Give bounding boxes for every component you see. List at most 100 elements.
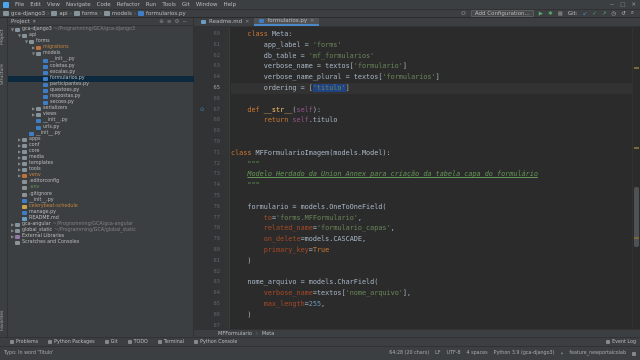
tab-readme[interactable]: Readme.md ✕ (196, 18, 254, 26)
crumb-file[interactable]: formularios.py (146, 11, 186, 17)
line-number[interactable]: 61 (214, 42, 221, 48)
line-number[interactable]: 82 (214, 269, 221, 275)
code-line[interactable]: related_name='formulario_capas', (231, 223, 632, 234)
menu-git[interactable]: Git (182, 2, 190, 8)
structure-tool-tab[interactable]: Structure (0, 58, 8, 92)
git-update-icon[interactable]: ↙ (583, 11, 588, 17)
locate-icon[interactable]: ⊕ (159, 19, 167, 25)
menu-help[interactable]: Help (224, 2, 237, 8)
add-configuration-button[interactable]: Add Configuration... (470, 10, 534, 17)
line-number[interactable]: 84 (214, 290, 221, 296)
line-number[interactable]: 68 (214, 117, 221, 123)
code-line[interactable]: nome_arquivo = models.CharField( (231, 277, 632, 288)
code-line[interactable]: verbose_name = textos['formulario'] (231, 61, 632, 72)
code-line[interactable]: ordering = ['titulo'] (231, 83, 632, 94)
menu-edit[interactable]: Edit (30, 2, 41, 8)
line-number[interactable]: 66 (214, 96, 221, 102)
code-line[interactable]: verbose_name=textos['nome_arquivo'], (231, 288, 632, 299)
line-number[interactable]: 72 (214, 161, 221, 167)
menu-tools[interactable]: Tools (162, 2, 176, 8)
code-line[interactable] (231, 137, 632, 148)
tree-file[interactable]: Scratches and Consoles (8, 240, 194, 246)
python-packages-tool-button[interactable]: Python Packages (48, 340, 95, 345)
run-icon[interactable]: ▶ (539, 11, 543, 17)
code-line[interactable] (231, 126, 632, 137)
code-line[interactable]: ) (231, 310, 632, 321)
close-icon[interactable]: ✕ (245, 19, 249, 25)
code-line[interactable]: db_table = 'mf_formularios' (231, 51, 632, 62)
code-line[interactable]: primary_key=True (231, 245, 632, 256)
line-number[interactable]: 85 (214, 301, 221, 307)
line-number[interactable]: 63 (214, 63, 221, 69)
caret-position[interactable]: 64:28 (20 chars) (389, 351, 429, 356)
crumb-project[interactable]: gca-django3 (11, 11, 45, 17)
minimize-button[interactable]: − (610, 2, 615, 8)
line-number[interactable]: 70 (214, 139, 221, 145)
crumb-api[interactable]: api (59, 11, 67, 17)
line-number[interactable]: 86 (214, 312, 221, 318)
history-icon[interactable]: ◷ (611, 11, 616, 17)
indent-setting[interactable]: 4 spaces (467, 351, 488, 356)
menu-view[interactable]: View (47, 2, 60, 8)
line-number-gutter[interactable]: 60 61 62 63 64 65 66 67 68 69 70 71 72 73 74 75 76 77 78 79… (194, 27, 230, 350)
code-line[interactable]: app_label = 'forms' (231, 40, 632, 51)
python-interpreter[interactable]: Python 3.9 (gca-django3) (494, 351, 555, 356)
crumb-forms[interactable]: forms (82, 11, 98, 17)
code-line[interactable] (231, 267, 632, 278)
code-line[interactable]: return self.titulo (231, 115, 632, 126)
crumb-models[interactable]: models (112, 11, 132, 17)
rollback-icon[interactable]: ↺ (621, 11, 626, 17)
favorites-tool-tab[interactable]: Favorites (0, 304, 8, 338)
file-encoding[interactable]: UTF-8 (447, 351, 461, 356)
project-tool-tab[interactable]: Project (0, 22, 8, 52)
line-number[interactable]: 76 (214, 204, 221, 210)
line-separator[interactable]: LF (435, 351, 440, 356)
line-number[interactable]: 65 (214, 85, 221, 91)
hide-icon[interactable]: − (182, 19, 190, 25)
line-number[interactable]: 79 (214, 236, 221, 242)
code-line[interactable] (231, 321, 632, 329)
crumb-class[interactable]: MFFormulario (218, 331, 252, 337)
code-line[interactable]: max_length=255, (231, 299, 632, 310)
code-line[interactable] (231, 94, 632, 105)
menu-run[interactable]: Run (146, 2, 157, 8)
status-message[interactable]: Typo: In word 'Titulo' (4, 351, 53, 356)
git-tool-button[interactable]: Git (104, 340, 118, 345)
editor-scrollbar[interactable] (632, 27, 640, 329)
line-number[interactable]: 74 (214, 182, 221, 188)
line-number[interactable]: 60 (214, 31, 221, 37)
code-line[interactable]: class MFFormularioImagem(models.Model): (231, 148, 632, 159)
line-number[interactable]: 62 (214, 53, 221, 59)
line-number[interactable]: 78 (214, 225, 221, 231)
maximize-button[interactable]: □ (620, 2, 625, 8)
line-number[interactable]: 80 (214, 247, 221, 253)
python-console-tool-button[interactable]: Python Console (194, 340, 237, 345)
git-commit-icon[interactable]: ✓ (592, 11, 597, 17)
code-line[interactable] (231, 191, 632, 202)
project-panel-title[interactable]: Project (11, 19, 30, 25)
line-number[interactable]: 81 (214, 258, 221, 264)
code-line[interactable]: def __str__(self): (231, 105, 632, 116)
code-line[interactable]: class Meta: (231, 29, 632, 40)
stop-icon[interactable]: ■ (558, 11, 563, 17)
code-line[interactable]: formulario = models.OneToOneField( (231, 202, 632, 213)
lock-icon[interactable] (632, 351, 636, 356)
warning-marker[interactable] (634, 67, 639, 69)
close-icon[interactable]: ✕ (310, 18, 314, 24)
git-branch[interactable]: feature_newportalcolab (569, 351, 626, 356)
person-icon[interactable]: ⚇ (461, 11, 466, 17)
terminal-tool-button[interactable]: Terminal (157, 340, 184, 345)
line-number[interactable]: 75 (214, 193, 221, 199)
line-number[interactable]: 83 (214, 279, 221, 285)
git-push-icon[interactable]: ↗ (602, 11, 607, 17)
warning-marker[interactable] (634, 237, 639, 239)
line-number[interactable]: 87 (214, 323, 221, 329)
line-number[interactable]: 71 (214, 150, 221, 156)
code-line[interactable]: """ (231, 159, 632, 170)
code-line[interactable]: Modelo Herdado da Union Annex para criaç… (231, 169, 632, 180)
event-log-button[interactable]: Event Log (606, 340, 640, 345)
menu-code[interactable]: Code (97, 2, 111, 8)
problems-tool-button[interactable]: Problems (10, 340, 38, 345)
code-line[interactable]: on_delete=models.CASCADE, (231, 234, 632, 245)
warning-marker[interactable] (634, 147, 639, 149)
